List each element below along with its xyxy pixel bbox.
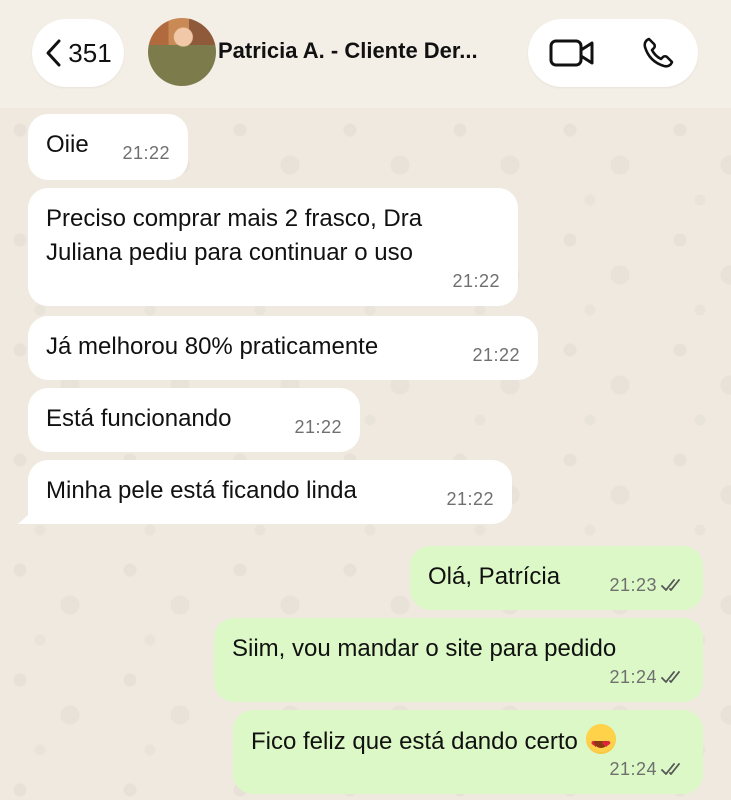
message-text: Preciso comprar mais 2 frasco, Dra Julia… [46,205,423,266]
message-bubble-incoming[interactable]: Está funcionando 21:22 [28,388,360,452]
video-call-button[interactable] [548,33,596,73]
read-receipt-icon [661,577,685,593]
message-time: 21:23 [609,575,657,595]
contact-name[interactable]: Patricia A. - Cliente Der... [218,38,518,64]
message-text: Minha pele está ficando linda [46,477,357,504]
message-time: 21:22 [294,417,342,437]
message-bubble-incoming[interactable]: Oiie 21:22 [28,114,188,180]
message-bubble-incoming[interactable]: Preciso comprar mais 2 frasco, Dra Julia… [28,188,518,306]
back-button[interactable]: 351 [32,19,124,87]
message-bubble-outgoing[interactable]: Fico feliz que está dando certo 21:24 [233,710,703,794]
chat-header: 351 Patricia A. - Cliente Der... [0,0,731,108]
read-receipt-icon [661,669,685,685]
message-meta: 21:23 [609,568,685,602]
video-camera-icon [549,39,594,67]
message-time: 21:22 [446,489,494,509]
message-time: 21:22 [472,345,520,365]
phone-icon [643,37,674,68]
heart-eyes-emoji-icon [585,724,616,762]
message-text: Fico feliz que está dando certo [251,728,578,755]
message-bubble-incoming[interactable]: Já melhorou 80% praticamente 21:22 [28,316,538,380]
voice-call-button[interactable] [634,33,682,73]
avatar[interactable] [148,18,216,86]
message-time: 21:22 [452,271,500,291]
call-actions [528,19,698,87]
read-receipt-icon [661,761,685,777]
message-bubble-outgoing[interactable]: Olá, Patrícia 21:23 [410,546,703,610]
unread-count: 351 [68,37,112,68]
message-time: 21:24 [609,667,657,687]
message-time: 21:24 [609,759,657,779]
message-bubble-incoming[interactable]: Minha pele está ficando linda 21:22 [18,460,512,524]
chevron-left-icon [46,39,61,67]
message-time: 21:22 [122,143,170,163]
message-meta: 21:24 [609,660,685,694]
message-bubble-outgoing[interactable]: Siim, vou mandar o site para pedido 21:2… [214,618,703,702]
message-meta: 21:24 [609,752,685,786]
message-text: Já melhorou 80% praticamente [46,333,379,360]
